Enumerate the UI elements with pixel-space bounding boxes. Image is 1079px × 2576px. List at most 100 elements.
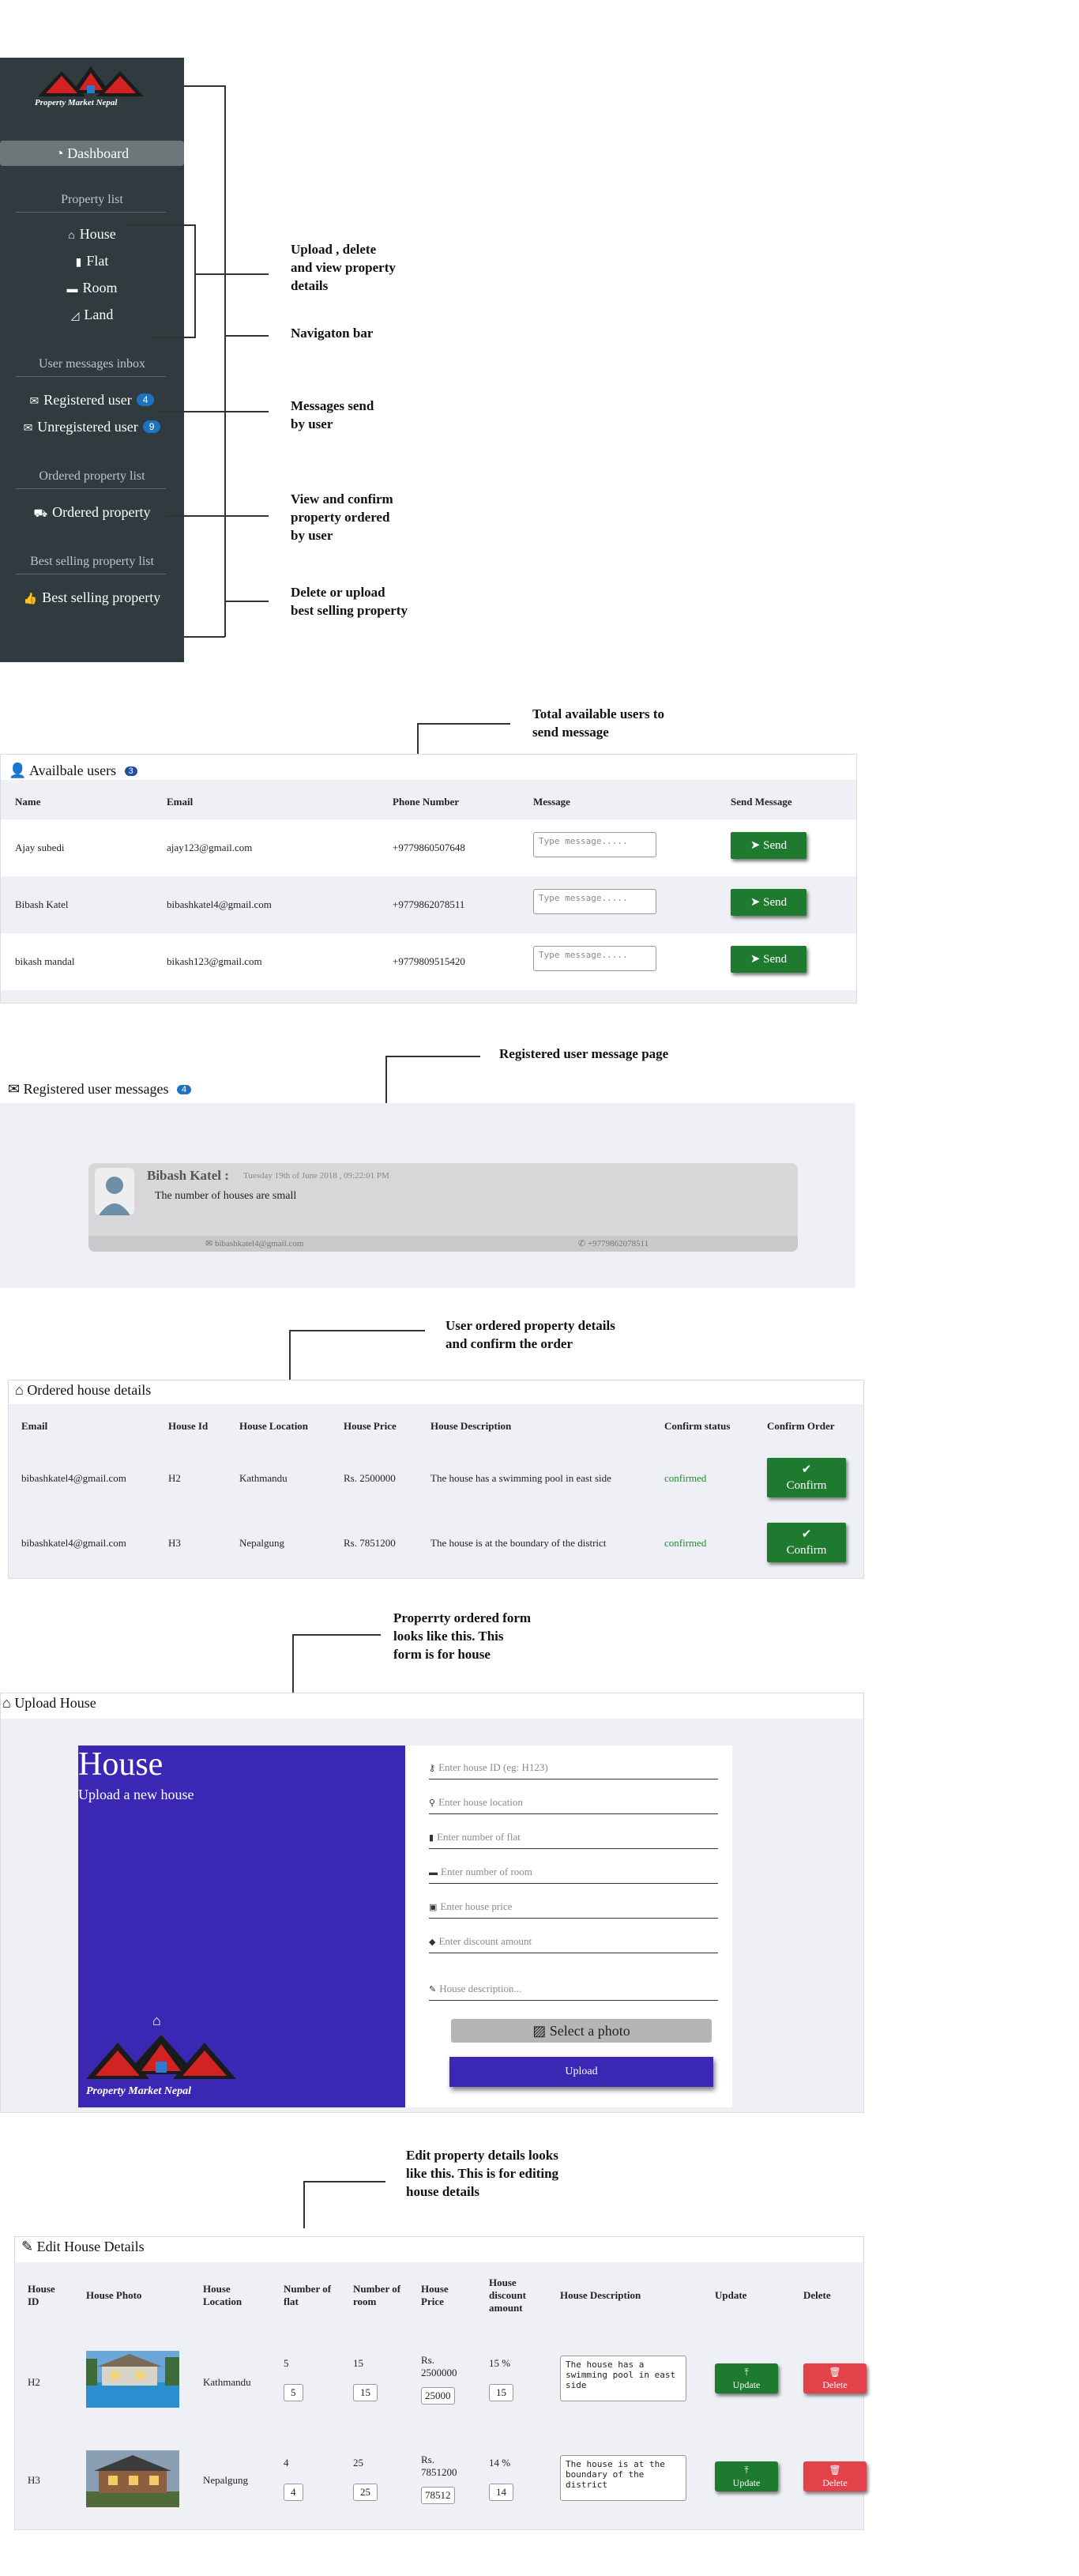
key-icon: ⚷ [429, 1764, 436, 1773]
col-header-house-id: House ID [28, 2283, 55, 2307]
user-phone: +9779860507648 [393, 842, 465, 853]
connector [385, 1056, 480, 1057]
annotation-messages: Messages send by user [291, 398, 374, 431]
room-count-input[interactable]: 15 [353, 2384, 378, 2401]
confirm-button[interactable]: ✔ Confirm [767, 1523, 846, 1562]
trash-icon: 🗑 [829, 2367, 841, 2378]
map-marker-icon: ⚲ [429, 1798, 436, 1808]
delete-button[interactable]: 🗑 Delete [803, 2461, 867, 2491]
order-status: confirmed [664, 1472, 707, 1484]
user-icon: 👤 [9, 763, 27, 778]
order-price: Rs. 2500000 [344, 1472, 396, 1484]
edit-price-value: Rs. 2500000 [421, 2354, 457, 2378]
nav-registered-user[interactable]: ✉ Registered user 4 [0, 392, 184, 409]
nav-best-selling[interactable]: 👍 Best selling property [0, 589, 184, 606]
flat-count-input[interactable]: ▮ Enter number of flat [429, 1831, 718, 1849]
edit-room-value: 25 [353, 2457, 363, 2469]
col-header-flat: Number of flat [284, 2283, 332, 2307]
description-textarea[interactable]: The house is at the boundary of the dist… [560, 2455, 686, 2501]
edit-room-value: 15 [353, 2357, 363, 2369]
edit-panel-title: ✎ Edit House Details [21, 2239, 145, 2255]
nav-unregistered-user[interactable]: ✉ Unregistered user 9 [0, 419, 184, 435]
order-location: Nepalgung [239, 1537, 285, 1549]
send-button[interactable]: ➤ Send [731, 889, 806, 916]
edit-flat-value: 4 [284, 2457, 289, 2469]
check-icon: ✔ [801, 1463, 812, 1476]
nav-registered-label: Registered user [43, 392, 132, 408]
select-photo-label: Select a photo [549, 2023, 630, 2039]
ordered-title-text: Ordered house details [27, 1382, 152, 1398]
order-description: The house has a swimming pool in east si… [430, 1472, 611, 1484]
delete-button[interactable]: 🗑 Delete [803, 2363, 867, 2393]
edit-title-text: Edit House Details [36, 2239, 145, 2254]
message-text: The number of houses are small [155, 1190, 297, 1202]
connector [292, 1634, 381, 1636]
section-property-list: Property list [61, 193, 123, 206]
message-input[interactable]: Type message..... [533, 832, 656, 857]
upload-panel: ⌂ Upload House House Upload a new house … [0, 1693, 864, 2113]
hero-subtitle: Upload a new house [78, 1787, 194, 1802]
connector [224, 85, 226, 637]
nav-room[interactable]: ▬ Room [0, 280, 184, 296]
connector [417, 723, 510, 725]
description-input[interactable]: ✎ House description... [429, 1983, 718, 2001]
paper-plane-icon: ➤ [750, 953, 761, 966]
users-count-badge: 3 [124, 766, 137, 776]
reg-title-text: Registered user messages [23, 1081, 169, 1097]
property-market-logo [38, 66, 144, 96]
connector [126, 224, 196, 226]
home-icon: ⌂ [68, 230, 75, 242]
area-chart-icon: ◿ [70, 311, 80, 322]
nav-land[interactable]: ◿ Land [0, 307, 184, 323]
hero-title: House [78, 1746, 164, 1783]
price-input[interactable]: 78512 [421, 2487, 455, 2504]
discount-input[interactable]: 15 [489, 2384, 513, 2401]
discount-input[interactable]: ◆ Enter discount amount [429, 1935, 718, 1953]
select-photo-button[interactable]: ▨ Select a photo [451, 2019, 712, 2043]
upload-button[interactable]: Upload [449, 2057, 713, 2087]
connector [226, 335, 269, 337]
col-header-update: Update [715, 2289, 747, 2301]
flat-count-input[interactable]: 4 [284, 2484, 303, 2501]
edit-panel: ✎ Edit House Details House ID House Phot… [14, 2236, 867, 2530]
location-input[interactable]: ⚲ Enter house location [429, 1796, 718, 1814]
edit-discount-value: 15 % [489, 2357, 511, 2369]
discount-input[interactable]: 14 [489, 2484, 513, 2501]
message-input[interactable]: Type message..... [533, 946, 656, 971]
room-count-input[interactable]: ▬ Enter number of room [429, 1866, 718, 1884]
nav-ordered-property[interactable]: ⛟ Ordered property [0, 504, 184, 522]
upload-title-text: Upload House [14, 1695, 96, 1711]
house-id-input[interactable]: ⚷ Enter house ID (eg: H123) [429, 1761, 718, 1779]
description-textarea[interactable]: The house has a swimming pool in east si… [560, 2356, 686, 2401]
send-button[interactable]: ➤ Send [731, 832, 806, 859]
message-input[interactable]: Type message..... [533, 889, 656, 914]
connector [289, 1330, 425, 1331]
description-placeholder: House description... [439, 1983, 522, 1994]
nav-house[interactable]: ⌂ House [0, 226, 184, 243]
nav-flat[interactable]: ▮ Flat [0, 253, 184, 269]
upload-icon: ⤒ [744, 2367, 749, 2378]
room-count-input[interactable]: 25 [353, 2484, 378, 2501]
update-button[interactable]: ⤒ Update [715, 2461, 778, 2491]
cart-icon: ⛟ [33, 508, 48, 520]
price-input[interactable]: ▣ Enter house price [429, 1900, 718, 1919]
flat-count-input[interactable]: 5 [284, 2384, 303, 2401]
house-photo-image [86, 2450, 179, 2507]
nav-room-label: Room [82, 280, 118, 296]
upload-icon: ⤒ [744, 2465, 749, 2476]
dashboard-button[interactable]: ◔ Dashboard [0, 141, 184, 166]
location-placeholder: Enter house location [438, 1796, 523, 1808]
upload-panel-title: ⌂ Upload House [2, 1695, 96, 1712]
update-button[interactable]: ⤒ Update [715, 2363, 778, 2393]
nav-best-label: Best selling property [42, 589, 161, 605]
col-header-room: Number of room [353, 2283, 401, 2307]
money-icon: ▣ [429, 1903, 438, 1912]
thumbs-up-icon: 👍 [23, 593, 38, 605]
house-photo [86, 2450, 179, 2507]
price-input[interactable]: 25000 [421, 2387, 455, 2405]
connector [158, 411, 269, 412]
envelope-icon: ✉ [8, 1081, 21, 1097]
confirm-button[interactable]: ✔ Confirm [767, 1458, 846, 1497]
send-button[interactable]: ➤ Send [731, 946, 806, 973]
annotation-upload: Upload , delete and view property detail… [291, 242, 396, 293]
